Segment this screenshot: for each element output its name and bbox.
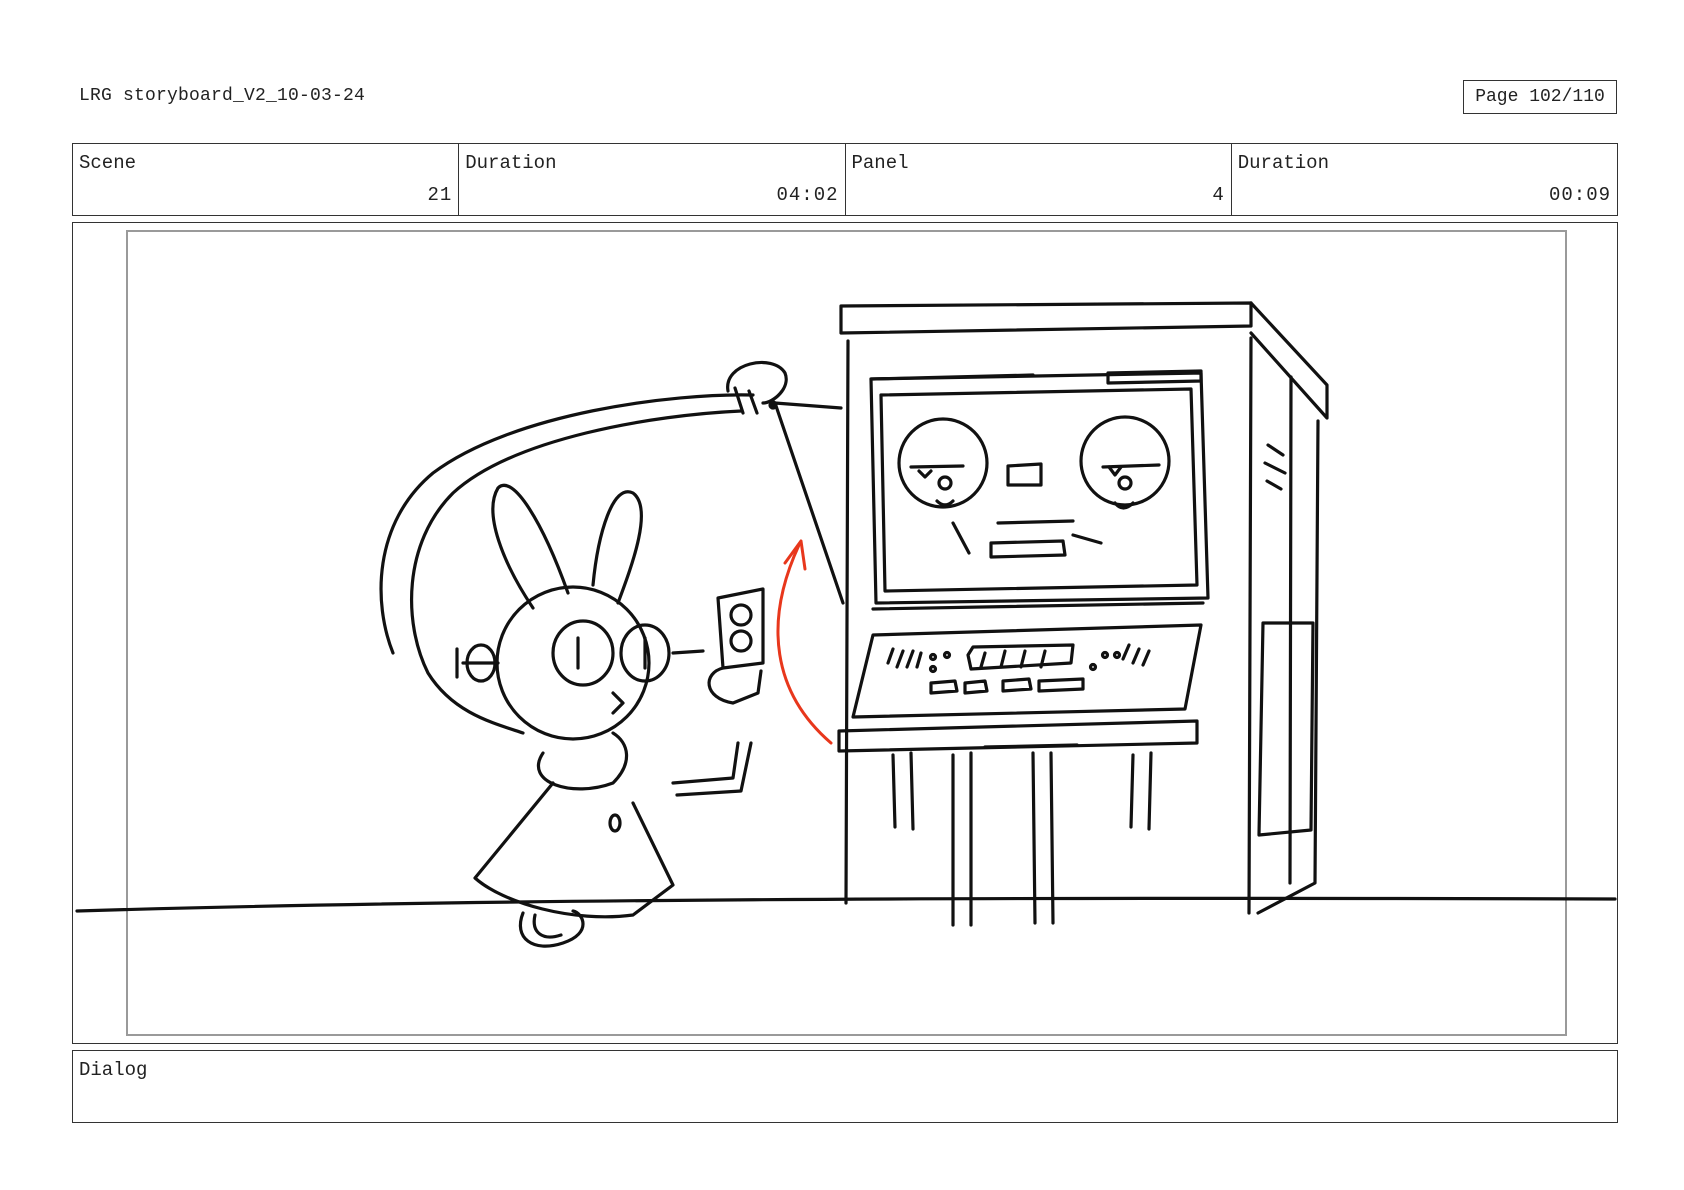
panel-duration-label: Duration <box>1237 152 1329 174</box>
scene-duration-cell: Duration 04:02 <box>459 144 846 215</box>
panel-duration-cell: Duration 00:09 <box>1232 144 1617 215</box>
storyboard-panel <box>72 222 1618 1044</box>
scene-duration-label: Duration <box>465 152 557 174</box>
panel-drawing <box>75 301 1617 948</box>
scene-duration-value: 04:02 <box>776 184 839 206</box>
scene-value: 21 <box>427 184 453 206</box>
rabbit-character <box>455 483 765 948</box>
panel-label: Panel <box>851 152 909 174</box>
info-row: Scene 21 Duration 04:02 Panel 4 Duration… <box>72 143 1618 216</box>
panel-value: 4 <box>1212 184 1225 206</box>
document-title: LRG storyboard_V2_10-03-24 <box>79 86 366 106</box>
dialog-label: Dialog <box>79 1059 148 1081</box>
scene-cell: Scene 21 <box>73 144 460 215</box>
tape-machine <box>837 301 1329 927</box>
scene-label: Scene <box>79 152 137 174</box>
panel-cell: Panel 4 <box>846 144 1232 215</box>
page-number: Page 102/110 <box>1463 80 1617 114</box>
panel-duration-value: 00:09 <box>1548 184 1611 206</box>
dialog-box: Dialog <box>72 1050 1618 1123</box>
crane-arm <box>379 360 845 735</box>
motion-arrow <box>776 539 833 745</box>
